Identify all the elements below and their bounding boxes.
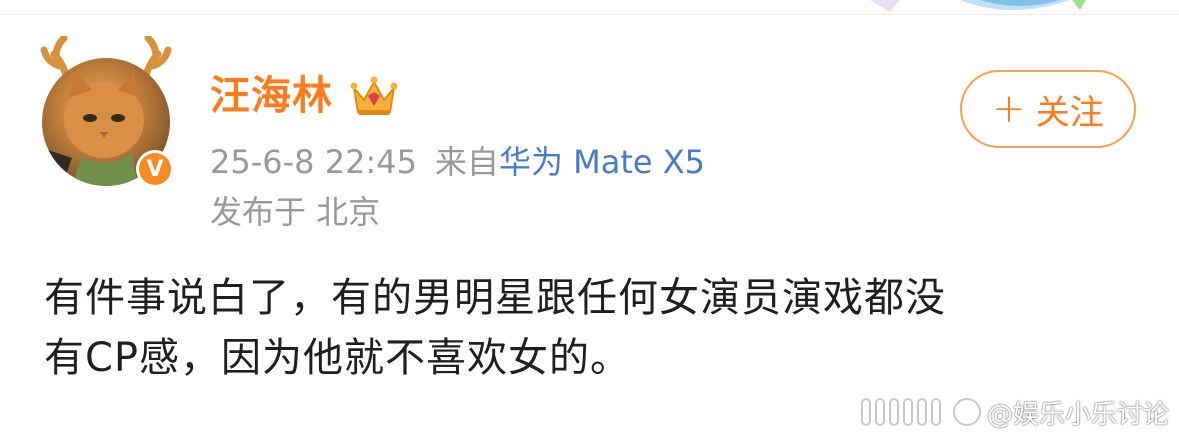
top-decoration-icon	[870, 0, 1086, 12]
plus-icon: +	[992, 86, 1026, 132]
post-line: 有件事说白了，有的男明星跟任何女演员演戏都没	[44, 275, 946, 321]
crown-icon[interactable]	[350, 74, 398, 118]
top-strip	[0, 0, 1179, 15]
follow-button[interactable]: + 关注	[960, 70, 1136, 148]
post-location: 发布于 北京	[210, 193, 381, 231]
follow-label: 关注	[1035, 92, 1104, 133]
post-timestamp: 25-6-8 22:45	[210, 143, 417, 181]
device-source-link[interactable]: 华为 Mate X5	[499, 143, 705, 181]
watermark-text: @娱乐小乐讨论	[986, 399, 1169, 430]
post-content: 有件事说白了，有的男明星跟任何女演员演戏都没 有CP感，因为他就不喜欢女的。	[44, 268, 1134, 388]
watermark-bars-icon	[860, 398, 945, 426]
source-prefix: 来自	[434, 143, 499, 181]
post-meta: 25-6-8 22:45 来自华为 Mate X5	[210, 142, 705, 182]
verified-badge-icon: V	[139, 153, 171, 185]
user-avatar[interactable]: V	[32, 36, 180, 196]
verified-badge: V	[136, 150, 174, 188]
post-line: 有CP感，因为他就不喜欢女的。	[44, 335, 632, 381]
watermark-logo-icon	[952, 398, 981, 426]
watermark: @娱乐小乐讨论	[860, 394, 1169, 430]
username[interactable]: 汪海林	[210, 70, 333, 122]
